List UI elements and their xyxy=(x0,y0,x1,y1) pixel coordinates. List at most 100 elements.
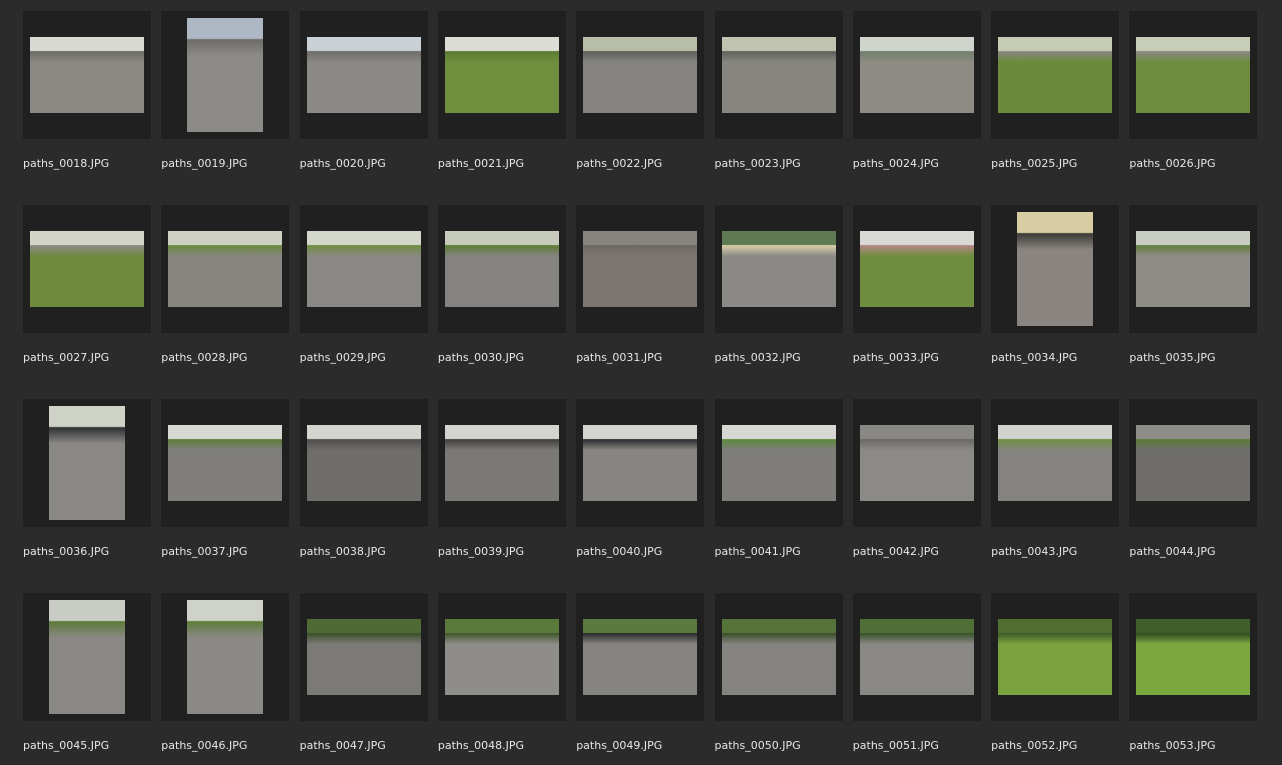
thumbnail-image[interactable] xyxy=(859,231,974,307)
thumbnail-tile[interactable] xyxy=(161,399,290,527)
thumbnail-image[interactable] xyxy=(168,425,283,501)
thumbnail-image[interactable] xyxy=(1017,212,1094,326)
thumbnail-tile[interactable] xyxy=(1129,205,1258,333)
thumbnail-item[interactable]: paths_0036.JPG xyxy=(23,399,151,571)
thumbnail-tile[interactable] xyxy=(714,11,843,139)
thumbnail-image[interactable] xyxy=(49,600,125,714)
thumbnail-image[interactable] xyxy=(583,425,698,501)
thumbnail-tile[interactable] xyxy=(991,399,1120,527)
thumbnail-image[interactable] xyxy=(1136,425,1251,501)
thumbnail-image[interactable] xyxy=(583,619,698,695)
thumbnail-tile[interactable] xyxy=(299,205,428,333)
thumbnail-image[interactable] xyxy=(168,231,283,307)
thumbnail-item[interactable]: paths_0022.JPG xyxy=(576,11,705,183)
thumbnail-image[interactable] xyxy=(721,37,836,113)
thumbnail-item[interactable]: paths_0052.JPG xyxy=(991,593,1120,765)
thumbnail-item[interactable]: paths_0019.JPG xyxy=(161,11,290,183)
thumbnail-tile[interactable] xyxy=(161,11,290,139)
thumbnail-item[interactable]: paths_0037.JPG xyxy=(161,399,290,571)
thumbnail-image[interactable] xyxy=(306,37,421,113)
thumbnail-tile[interactable] xyxy=(991,593,1120,721)
thumbnail-tile[interactable] xyxy=(852,593,981,721)
thumbnail-item[interactable]: paths_0030.JPG xyxy=(437,205,566,377)
thumbnail-tile[interactable] xyxy=(161,593,290,721)
thumbnail-tile[interactable] xyxy=(437,399,566,527)
thumbnail-item[interactable]: paths_0029.JPG xyxy=(299,205,428,377)
thumbnail-tile[interactable] xyxy=(576,205,705,333)
thumbnail-item[interactable]: paths_0043.JPG xyxy=(991,399,1120,571)
thumbnail-tile[interactable] xyxy=(714,593,843,721)
thumbnail-image[interactable] xyxy=(30,231,144,307)
thumbnail-tile[interactable] xyxy=(23,205,151,333)
thumbnail-tile[interactable] xyxy=(1129,399,1258,527)
thumbnail-item[interactable]: paths_0051.JPG xyxy=(852,593,981,765)
thumbnail-image[interactable] xyxy=(721,619,836,695)
thumbnail-tile[interactable] xyxy=(1129,11,1258,139)
thumbnail-item[interactable]: paths_0027.JPG xyxy=(23,205,151,377)
thumbnail-item[interactable]: paths_0031.JPG xyxy=(576,205,705,377)
thumbnail-image[interactable] xyxy=(583,231,698,307)
thumbnail-item[interactable]: paths_0047.JPG xyxy=(299,593,428,765)
thumbnail-tile[interactable] xyxy=(576,11,705,139)
thumbnail-tile[interactable] xyxy=(299,11,428,139)
thumbnail-item[interactable]: paths_0024.JPG xyxy=(852,11,981,183)
thumbnail-image[interactable] xyxy=(859,37,974,113)
thumbnail-tile[interactable] xyxy=(576,399,705,527)
thumbnail-tile[interactable] xyxy=(299,593,428,721)
thumbnail-item[interactable]: paths_0035.JPG xyxy=(1129,205,1258,377)
thumbnail-tile[interactable] xyxy=(299,399,428,527)
thumbnail-tile[interactable] xyxy=(23,399,151,527)
thumbnail-item[interactable]: paths_0039.JPG xyxy=(437,399,566,571)
thumbnail-item[interactable]: paths_0025.JPG xyxy=(991,11,1120,183)
thumbnail-tile[interactable] xyxy=(1129,593,1258,721)
thumbnail-image[interactable] xyxy=(859,425,974,501)
thumbnail-image[interactable] xyxy=(998,619,1113,695)
thumbnail-item[interactable]: paths_0050.JPG xyxy=(714,593,843,765)
thumbnail-item[interactable]: paths_0020.JPG xyxy=(299,11,428,183)
thumbnail-image[interactable] xyxy=(444,231,559,307)
thumbnail-item[interactable]: paths_0040.JPG xyxy=(576,399,705,571)
thumbnail-image[interactable] xyxy=(30,37,144,113)
thumbnail-tile[interactable] xyxy=(437,593,566,721)
thumbnail-image[interactable] xyxy=(306,231,421,307)
thumbnail-item[interactable]: paths_0053.JPG xyxy=(1129,593,1258,765)
thumbnail-image[interactable] xyxy=(444,425,559,501)
thumbnail-item[interactable]: paths_0048.JPG xyxy=(437,593,566,765)
thumbnail-image[interactable] xyxy=(998,37,1113,113)
thumbnail-item[interactable]: paths_0034.JPG xyxy=(991,205,1120,377)
thumbnail-item[interactable]: paths_0038.JPG xyxy=(299,399,428,571)
thumbnail-image[interactable] xyxy=(859,619,974,695)
thumbnail-tile[interactable] xyxy=(991,11,1120,139)
thumbnail-tile[interactable] xyxy=(23,11,151,139)
thumbnail-tile[interactable] xyxy=(23,593,151,721)
thumbnail-image[interactable] xyxy=(49,406,125,520)
thumbnail-tile[interactable] xyxy=(161,205,290,333)
thumbnail-tile[interactable] xyxy=(714,399,843,527)
thumbnail-tile[interactable] xyxy=(714,205,843,333)
thumbnail-item[interactable]: paths_0018.JPG xyxy=(23,11,151,183)
thumbnail-image[interactable] xyxy=(998,425,1113,501)
thumbnail-item[interactable]: paths_0028.JPG xyxy=(161,205,290,377)
thumbnail-item[interactable]: paths_0049.JPG xyxy=(576,593,705,765)
thumbnail-image[interactable] xyxy=(1136,231,1251,307)
thumbnail-tile[interactable] xyxy=(991,205,1120,333)
thumbnail-image[interactable] xyxy=(306,425,421,501)
thumbnail-image[interactable] xyxy=(1136,619,1251,695)
thumbnail-item[interactable]: paths_0033.JPG xyxy=(852,205,981,377)
thumbnail-image[interactable] xyxy=(721,231,836,307)
thumbnail-item[interactable]: paths_0021.JPG xyxy=(437,11,566,183)
thumbnail-item[interactable]: paths_0046.JPG xyxy=(161,593,290,765)
thumbnail-tile[interactable] xyxy=(852,399,981,527)
thumbnail-item[interactable]: paths_0023.JPG xyxy=(714,11,843,183)
thumbnail-item[interactable]: paths_0042.JPG xyxy=(852,399,981,571)
thumbnail-image[interactable] xyxy=(444,37,559,113)
thumbnail-item[interactable]: paths_0026.JPG xyxy=(1129,11,1258,183)
thumbnail-tile[interactable] xyxy=(437,11,566,139)
thumbnail-tile[interactable] xyxy=(576,593,705,721)
thumbnail-image[interactable] xyxy=(187,600,264,714)
thumbnail-item[interactable]: paths_0045.JPG xyxy=(23,593,151,765)
thumbnail-tile[interactable] xyxy=(852,205,981,333)
thumbnail-image[interactable] xyxy=(444,619,559,695)
thumbnail-item[interactable]: paths_0044.JPG xyxy=(1129,399,1258,571)
thumbnail-image[interactable] xyxy=(721,425,836,501)
